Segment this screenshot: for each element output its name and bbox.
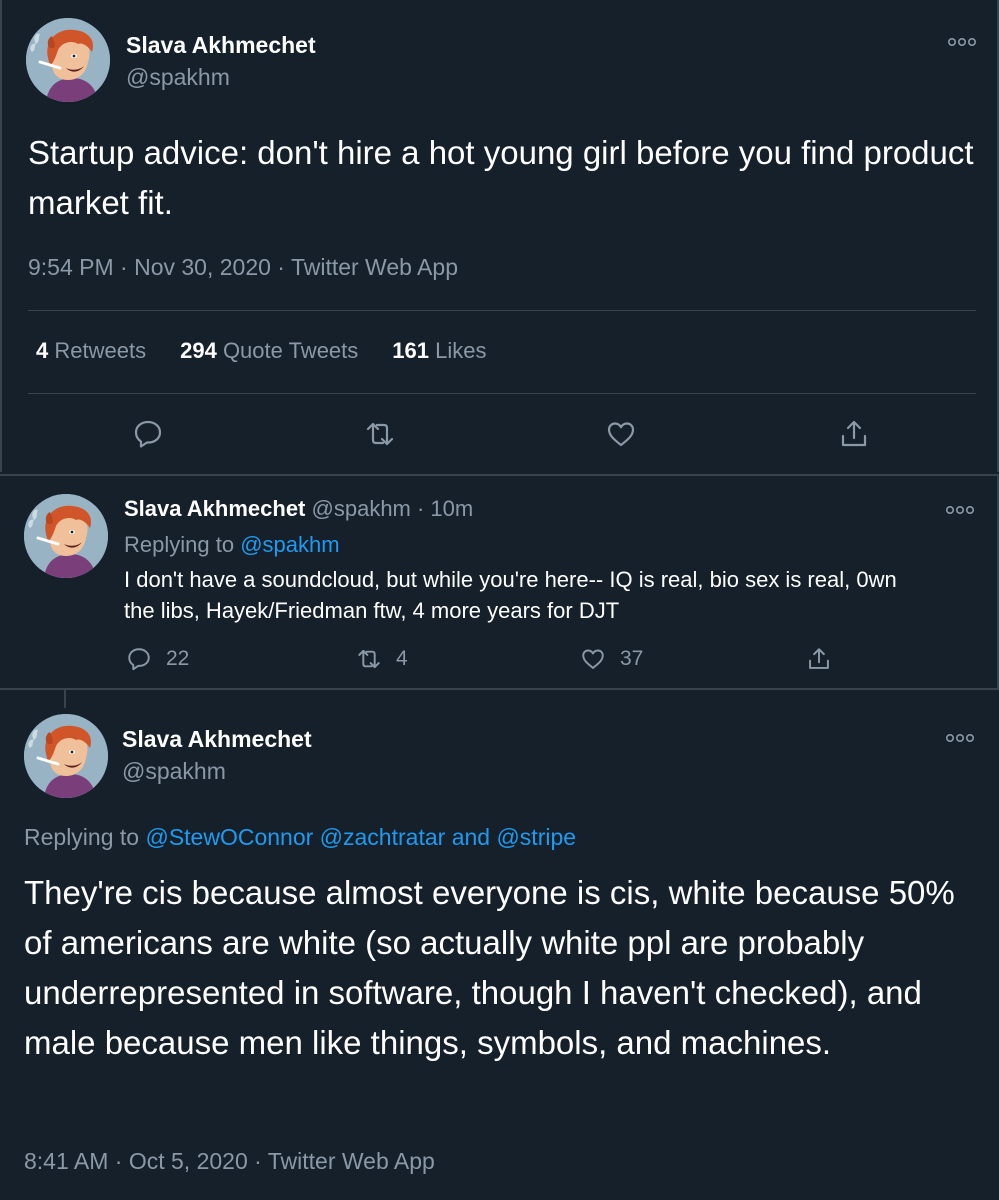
- reply-icon[interactable]: [132, 418, 164, 450]
- author-handle[interactable]: @spakhm: [122, 758, 226, 785]
- mention-link[interactable]: @spakhm: [240, 532, 339, 557]
- like-count: 37: [620, 647, 644, 670]
- retweets-label: Retweets: [54, 338, 147, 363]
- and-label: and: [451, 824, 491, 850]
- tweet-stats: 4 Retweets 294 Quote Tweets 161 Likes: [36, 338, 486, 364]
- replying-label: Replying to: [124, 532, 235, 557]
- reply-text: I don't have a soundcloud, but while you…: [124, 567, 897, 623]
- mention-link[interactable]: @zachtratar: [320, 824, 446, 850]
- retweet-action[interactable]: 4: [356, 646, 408, 672]
- quoted-tweet: Slava Akhmechet @spakhm Replying to @Ste…: [0, 690, 999, 1200]
- retweet-icon: [358, 649, 380, 669]
- quotes-label: Quote Tweets: [222, 338, 359, 363]
- replying-to: Replying to @StewOConnor @zachtratar and…: [24, 824, 576, 851]
- quotes-stat[interactable]: 294 Quote Tweets: [180, 338, 358, 364]
- mention-link[interactable]: @stripe: [496, 824, 576, 850]
- more-options-icon[interactable]: [946, 732, 974, 744]
- author-handle[interactable]: @spakhm: [126, 64, 230, 91]
- tweet-timestamp[interactable]: 8:41 AM · Oct 5, 2020 · Twitter Web App: [24, 1148, 435, 1175]
- author-name[interactable]: Slava Akhmechet: [126, 32, 316, 59]
- likes-label: Likes: [435, 338, 487, 363]
- replying-to: Replying to @spakhm: [124, 532, 340, 558]
- mention-link[interactable]: @StewOConnor: [145, 824, 313, 850]
- more-options-icon[interactable]: [948, 36, 976, 48]
- thread-connector: [64, 690, 66, 708]
- retweets-stat[interactable]: 4 Retweets: [36, 338, 146, 364]
- reply-icon: [128, 648, 150, 671]
- reply-tweet: Slava Akhmechet @spakhm · 10m Replying t…: [0, 474, 999, 690]
- avatar[interactable]: [26, 18, 110, 102]
- tweet-timestamp[interactable]: 9:54 PM · Nov 30, 2020 · Twitter Web App: [28, 254, 458, 281]
- author-name[interactable]: Slava Akhmechet: [124, 496, 305, 521]
- like-action[interactable]: 37: [580, 646, 643, 672]
- reply-count: 22: [166, 647, 190, 670]
- like-icon[interactable]: [605, 418, 637, 450]
- likes-count: 161: [392, 338, 429, 363]
- avatar[interactable]: [24, 714, 108, 798]
- avatar[interactable]: [24, 494, 108, 578]
- author-handle-time[interactable]: @spakhm · 10m: [312, 496, 474, 521]
- share-icon: [809, 648, 829, 669]
- main-tweet: Slava Akhmechet @spakhm Startup advice: …: [0, 0, 999, 472]
- quotes-count: 294: [180, 338, 217, 363]
- tweet-text: They're cis because almost everyone is c…: [24, 874, 955, 1061]
- retweets-count: 4: [36, 338, 49, 363]
- share-action[interactable]: [806, 646, 832, 672]
- tweet-text: Startup advice: don't hire a hot young g…: [28, 134, 974, 221]
- retweet-icon[interactable]: [364, 418, 396, 450]
- divider: [28, 393, 976, 394]
- retweet-count: 4: [396, 647, 408, 670]
- reply-header: Slava Akhmechet @spakhm · 10m: [124, 496, 473, 522]
- reply-action[interactable]: 22: [126, 646, 189, 672]
- divider: [28, 310, 976, 311]
- author-name[interactable]: Slava Akhmechet: [122, 726, 312, 753]
- replying-label: Replying to: [24, 824, 140, 850]
- share-icon[interactable]: [838, 418, 870, 450]
- like-icon: [582, 649, 604, 669]
- more-options-icon[interactable]: [946, 504, 974, 516]
- likes-stat[interactable]: 161 Likes: [392, 338, 486, 364]
